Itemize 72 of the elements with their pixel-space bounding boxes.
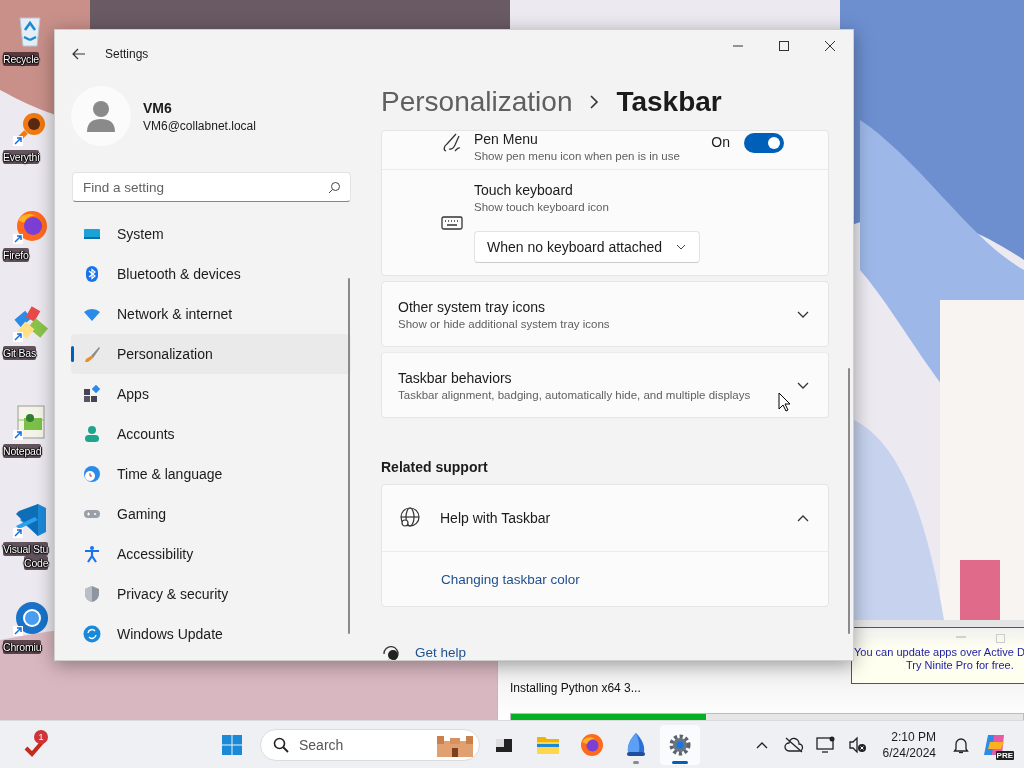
get-help-link[interactable]: Get help [415, 644, 467, 660]
setting-title: Taskbar behaviors [398, 369, 513, 386]
breadcrumb-link[interactable]: Personalization [381, 86, 573, 118]
expander-card[interactable]: Other system tray icons Show or hide additional system tray icons [381, 281, 829, 347]
dropdown[interactable]: When no keyboard attached [474, 231, 700, 263]
apps-icon [83, 385, 101, 403]
scrollbar-thumb[interactable] [848, 368, 850, 634]
toggle-switch[interactable] [744, 133, 784, 153]
time-icon [83, 465, 101, 483]
browser-fox-icon[interactable] [12, 208, 48, 244]
chevron-icon [588, 95, 601, 109]
desktop-icon-label: Visual Stu [3, 542, 49, 556]
close-icon [825, 41, 835, 51]
help-title: Help with Taskbar [440, 510, 551, 526]
notice-text: You can update apps over Active D [853, 646, 1024, 659]
sidebar-item[interactable]: Accounts [71, 414, 351, 454]
desktop-icon-label: Everythi [3, 150, 40, 164]
find-setting-field[interactable]: Find a setting [72, 172, 351, 202]
update-icon [83, 625, 101, 643]
sidebar-item[interactable]: Personalization [71, 334, 351, 374]
maximize-icon [779, 41, 789, 51]
sidebar-item[interactable]: Apps [71, 374, 351, 414]
accessibility-icon [83, 545, 101, 563]
setting-description: Show or hide additional system tray icons [398, 317, 610, 330]
personalization-icon [83, 345, 101, 363]
four-squares-icon [221, 733, 243, 756]
setting-description: Taskbar alignment, badging, automatically hide, and multiple displays [398, 388, 751, 401]
section-heading: Related support [381, 459, 489, 475]
chevron-icon [676, 242, 687, 252]
desktop-icon-label: Code [24, 556, 49, 570]
setting-description: Show touch keyboard icon [474, 201, 610, 213]
bluetooth-icon [83, 265, 101, 283]
install-status: Installing Python x64 3... [510, 681, 642, 695]
desktop-icon-label: Git Bas [3, 346, 37, 360]
user-email: VM6@collabnet.local [143, 118, 256, 133]
code-editor-icon[interactable] [12, 502, 48, 538]
taskbar-search-field[interactable]: Search [260, 728, 480, 761]
sidebar-item[interactable]: System [71, 214, 351, 254]
search-icon [328, 181, 341, 194]
user-name: VM6 [143, 99, 173, 116]
setting-title: Other system tray icons [398, 298, 547, 315]
mouse-cursor-icon [778, 392, 791, 412]
sidebar-item[interactable]: Network & internet [71, 294, 351, 334]
search-app-icon[interactable] [12, 110, 48, 146]
gear-icon[interactable] [660, 724, 700, 765]
page-title: Taskbar [616, 86, 722, 118]
help-header[interactable]: Help with Taskbar [382, 485, 828, 551]
notepad-icon[interactable] [12, 404, 48, 440]
setting-title: Touch keyboard [474, 182, 574, 198]
help-link[interactable]: Changing taskbar color [441, 571, 580, 587]
setting-title: Pen Menu [474, 131, 539, 147]
toggle-state-label: On [711, 134, 730, 150]
desktop-icon-label: Notepad [3, 444, 42, 458]
sidebar-item[interactable]: Accessibility [71, 534, 351, 574]
expander-card[interactable]: Taskbar behaviors Taskbar alignment, badging, automatically hide, and multiple displays [381, 352, 829, 418]
git-icon[interactable] [12, 306, 48, 342]
search-icon [273, 736, 289, 753]
setting-description: Show pen menu icon when pen is in use [474, 150, 680, 162]
notice-text[interactable]: Try Ninite Pro for free. [852, 659, 1024, 672]
accounts-icon [83, 425, 101, 443]
preview-badge: PRE [995, 750, 1014, 760]
clock[interactable]: 2:10 PM 6/24/2024 [876, 728, 942, 761]
globe-icon [398, 506, 422, 530]
window-title: Settings [105, 47, 149, 61]
search-placeholder: Search [299, 736, 344, 753]
browser-round-icon[interactable] [12, 600, 48, 636]
desktop-icon-label: Chromiu [3, 640, 42, 654]
desktop-icon-label: Recycle [3, 52, 39, 66]
desktop-icon-label: Firefo [3, 248, 29, 262]
notification-badge: 1 [34, 729, 48, 744]
scrollbar-thumb[interactable] [348, 278, 350, 634]
privacy-icon [83, 585, 101, 603]
